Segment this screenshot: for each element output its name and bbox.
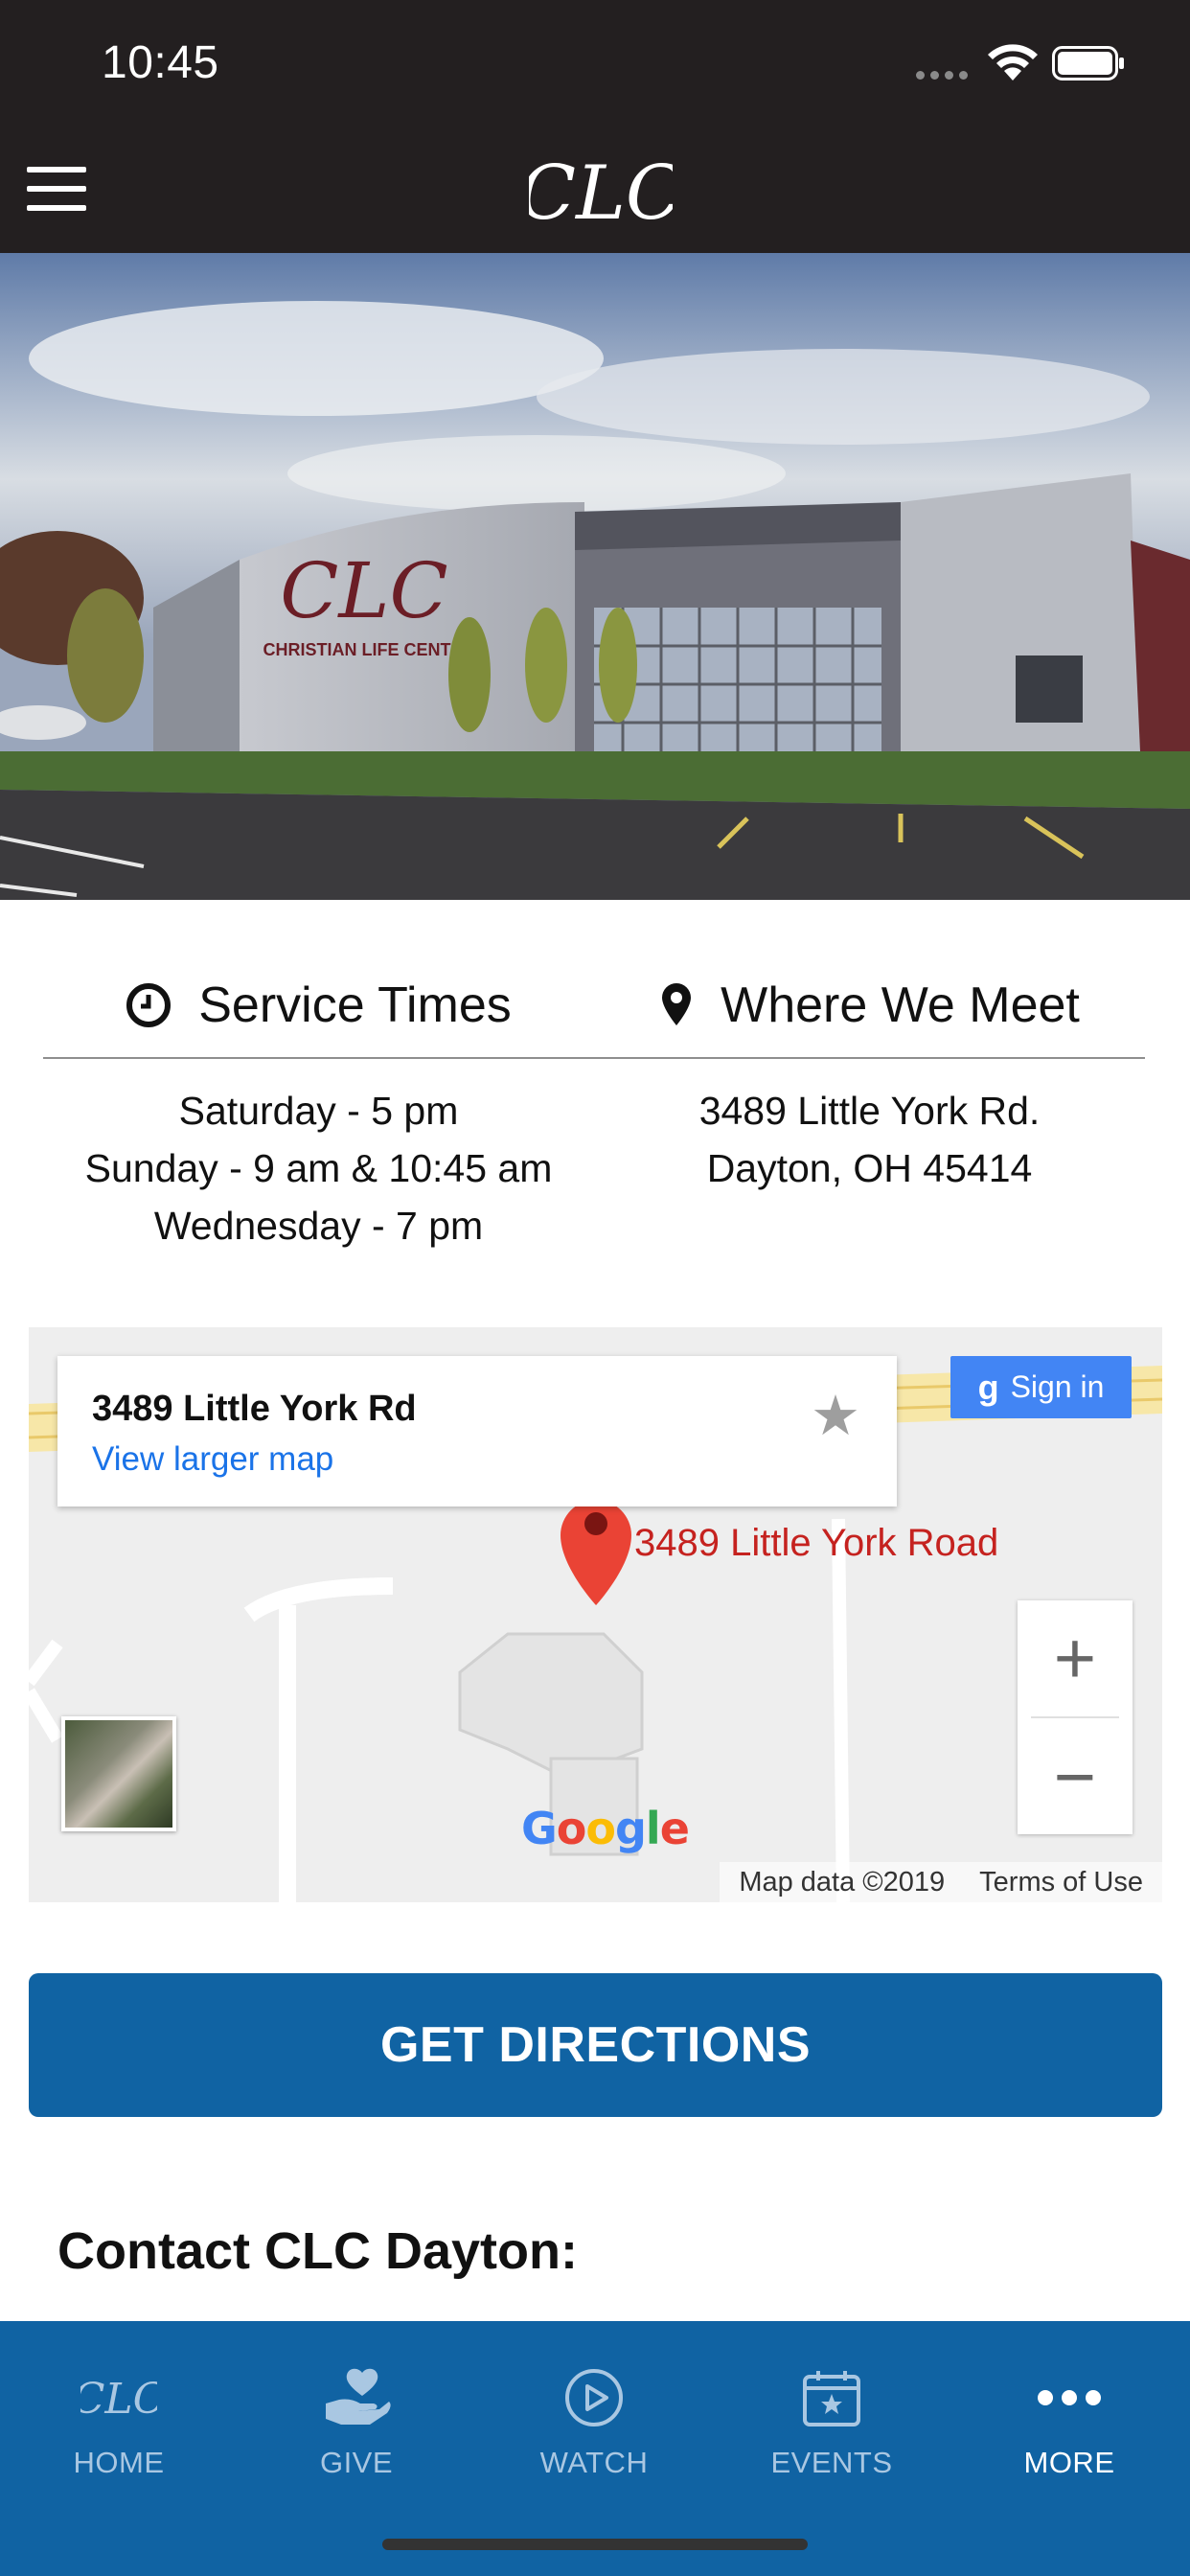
play-circle-icon — [556, 2359, 632, 2436]
tab-home-label: HOME — [73, 2446, 165, 2479]
map-marker-label: 3489 Little York Road — [634, 1522, 999, 1564]
where-we-meet-section: Where We Meet 3489 Little York Rd. Dayto… — [594, 958, 1145, 1197]
more-dots-icon — [1031, 2359, 1108, 2436]
zoom-divider — [1031, 1716, 1119, 1718]
service-time-sunday: Sunday - 9 am & 10:45 am — [84, 1146, 553, 1190]
svg-text:CLC: CLC — [80, 2375, 157, 2424]
address-street: 3489 Little York Rd. — [698, 1089, 1041, 1133]
status-time: 10:45 — [102, 37, 219, 88]
church-building-photo: CLC CHRISTIAN LIFE CENTER — [0, 253, 1190, 900]
google-logo-letter: l — [645, 1803, 661, 1854]
zoom-out-button[interactable]: − — [1018, 1719, 1133, 1834]
address-city: Dayton, OH 45414 — [706, 1146, 1033, 1190]
wifi-icon — [988, 44, 1038, 80]
clock-icon — [126, 982, 172, 1027]
map-sign-in-button[interactable]: g Sign in — [950, 1356, 1132, 1418]
embedded-map[interactable]: 3489 Little York Rd View larger map ★ g … — [29, 1327, 1162, 1902]
tab-give[interactable]: GIVE — [238, 2321, 475, 2513]
clc-logo-icon: CLC — [80, 2359, 157, 2436]
zoom-in-button[interactable]: + — [1018, 1600, 1133, 1715]
satellite-view-toggle[interactable] — [61, 1716, 176, 1831]
tab-more[interactable]: MORE — [950, 2321, 1188, 2513]
tab-watch[interactable]: WATCH — [475, 2321, 713, 2513]
google-g-icon: g — [977, 1367, 999, 1407]
map-data-text: Map data ©2019 — [739, 1866, 946, 1898]
tab-more-label: MORE — [1023, 2446, 1115, 2479]
map-place-address: 3489 Little York Rd — [92, 1389, 417, 1429]
map-attribution: Map data ©2019 Terms of Use — [720, 1862, 1162, 1902]
contact-heading: Contact CLC Dayton: — [57, 2222, 578, 2280]
where-we-meet-header: Where We Meet — [594, 958, 1145, 1059]
heart-hand-icon — [318, 2359, 395, 2436]
service-times-title: Service Times — [198, 977, 512, 1033]
svg-text:CLC: CLC — [280, 546, 448, 635]
google-logo-letter: g — [614, 1803, 647, 1854]
map-place-card: 3489 Little York Rd View larger map ★ — [57, 1356, 897, 1506]
hero-image: CLC CHRISTIAN LIFE CENTER — [0, 253, 1190, 900]
clc-logo: CLC — [529, 150, 673, 237]
app-header: 10:45 CLC — [0, 0, 1190, 253]
calendar-icon — [793, 2359, 870, 2436]
service-time-saturday: Saturday - 5 pm — [178, 1089, 459, 1133]
battery-icon — [1052, 46, 1124, 80]
get-directions-button[interactable]: GET DIRECTIONS — [29, 1973, 1162, 2117]
tab-events[interactable]: EVENTS — [713, 2321, 950, 2513]
svg-text:CLC: CLC — [529, 150, 673, 237]
where-we-meet-title: Where We Meet — [721, 977, 1080, 1033]
map-zoom-control: + − — [1018, 1600, 1133, 1834]
service-times-section: Service Times Saturday - 5 pm Sunday - 9… — [43, 958, 594, 1254]
cellular-signal-icon — [916, 71, 968, 80]
sign-in-label: Sign in — [1010, 1369, 1105, 1404]
view-larger-map-link[interactable]: View larger map — [92, 1440, 333, 1479]
service-times-list: Saturday - 5 pm Sunday - 9 am & 10:45 am… — [43, 1082, 594, 1254]
google-logo-letter: o — [585, 1803, 616, 1854]
tab-home[interactable]: CLC HOME — [0, 2321, 238, 2513]
service-time-wednesday: Wednesday - 7 pm — [153, 1204, 484, 1248]
tab-give-label: GIVE — [319, 2446, 394, 2479]
map-pin-icon — [662, 982, 692, 1025]
tab-watch-label: WATCH — [539, 2446, 649, 2479]
svg-text:CHRISTIAN LIFE CENTER: CHRISTIAN LIFE CENTER — [263, 640, 474, 659]
tab-events-label: EVENTS — [770, 2446, 893, 2479]
service-times-header: Service Times — [43, 958, 594, 1059]
terms-of-use-link[interactable]: Terms of Use — [979, 1867, 1143, 1898]
menu-button[interactable] — [27, 167, 86, 211]
google-logo-letter: o — [556, 1803, 587, 1854]
google-logo-letter: G — [521, 1803, 558, 1854]
google-logo: Google — [521, 1803, 690, 1854]
google-logo-letter: e — [659, 1803, 690, 1854]
address-lines: 3489 Little York Rd. Dayton, OH 45414 — [594, 1082, 1145, 1197]
save-star-icon[interactable]: ★ — [811, 1383, 860, 1448]
home-indicator[interactable] — [382, 2539, 808, 2550]
